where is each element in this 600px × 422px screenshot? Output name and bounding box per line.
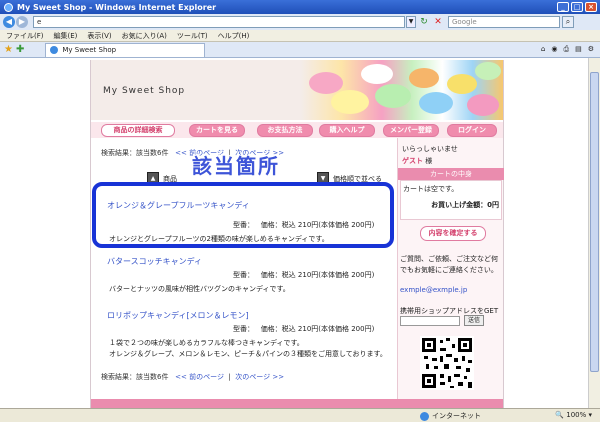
page-icon xyxy=(50,46,59,54)
annotation-callout-label: 該当箇所 xyxy=(192,154,280,178)
menu-help[interactable]: ヘルプ(H) xyxy=(218,31,250,41)
nav-purchase-help[interactable]: 購入ヘルプ xyxy=(319,124,375,137)
result-count: 検索結果：該当数6件 xyxy=(101,149,169,157)
zone-label: インターネット xyxy=(432,412,481,420)
shop-logo[interactable]: My Sweet Shop xyxy=(103,86,185,96)
cart-box: カートは空です。 お買い上げ金額：0円 xyxy=(400,180,502,220)
nav-view-cart[interactable]: カートを見る xyxy=(189,124,245,137)
product-description-line-1: １袋で２つの味が楽しめるカラフルな棒つきキャンディです。 xyxy=(109,339,304,347)
footer-band xyxy=(91,399,503,408)
page-menu-icon[interactable]: ▤ xyxy=(575,45,582,54)
pager-separator: | xyxy=(228,373,231,381)
contact-note-line-2: でもお気軽にご連絡ください。 xyxy=(400,266,498,274)
address-bar: ◀ ▶ e ▼ ↻ ✕ Google ⌕ xyxy=(0,14,600,30)
zoom-level[interactable]: 🔍 100% ▾ xyxy=(555,411,592,419)
confirm-order-button[interactable]: 内容を確定する xyxy=(420,226,486,241)
prev-page-link[interactable]: << 前のページ xyxy=(175,373,224,381)
refresh-icon[interactable]: ↻ xyxy=(418,16,430,28)
tab-label: My Sweet Shop xyxy=(62,46,117,54)
product-price-text: 価格：税込 210円(本体価格 200円) xyxy=(260,325,375,333)
cart-empty-text: カートは空です。 xyxy=(403,185,459,193)
security-zone: インターネット xyxy=(420,411,481,421)
product-price: 型番： 価格：税込 210円(本体価格 200円) xyxy=(233,324,374,334)
window-titlebar: My Sweet Shop - Windows Internet Explore… xyxy=(0,0,600,14)
mobile-send-button[interactable]: 送信 xyxy=(464,315,484,326)
forward-button[interactable]: ▶ xyxy=(16,16,28,28)
home-icon[interactable]: ⌂ xyxy=(541,45,545,54)
contact-note: ご質問、ご依頼、ご注文など何 でもお気軽にご連絡ください。 xyxy=(400,254,502,276)
tools-menu-icon[interactable]: ⚙ xyxy=(588,45,594,54)
next-page-link[interactable]: 次のページ >> xyxy=(235,373,284,381)
print-icon[interactable]: ⎙ xyxy=(563,45,569,54)
menu-bar: ファイル(F) 編集(E) 表示(V) お気に入り(A) ツール(T) ヘルプ(… xyxy=(0,30,600,42)
nav-advanced-search[interactable]: 商品の詳細検索 xyxy=(101,124,175,137)
contact-note-line-1: ご質問、ご依頼、ご注文など何 xyxy=(400,255,498,263)
menu-file[interactable]: ファイル(F) xyxy=(6,31,44,41)
feed-icon[interactable]: ◉ xyxy=(551,45,557,54)
product-price: 型番： 価格：税込 210円(本体価格 200円) xyxy=(233,270,374,280)
nav-login[interactable]: ログイン xyxy=(447,124,497,137)
url-input[interactable]: e xyxy=(33,16,405,28)
menu-edit[interactable]: 編集(E) xyxy=(54,31,78,41)
product-description: バターとナッツの風味が相性バツグンのキャンディです。 xyxy=(109,285,290,293)
greeting-text: いらっしゃいませ xyxy=(402,145,458,153)
sidebar: いらっしゃいませ ゲスト 様 カートの中身 カートは空です。 お買い上げ金額：0… xyxy=(397,138,504,408)
menu-tools[interactable]: ツール(T) xyxy=(177,31,208,41)
product-price-text: 価格：税込 210円(本体価格 200円) xyxy=(260,271,375,279)
shop-nav: 商品の詳細検索 カートを見る お支払方法 購入ヘルプ メンバー登録 ログイン xyxy=(91,122,503,138)
ie-icon xyxy=(4,2,13,12)
menu-favorites[interactable]: お気に入り(A) xyxy=(122,31,167,41)
guest-label: ゲスト xyxy=(402,157,423,165)
status-bar: インターネット 🔍 100% ▾ xyxy=(0,408,600,422)
maximize-button[interactable]: □ xyxy=(571,2,583,12)
url-dropdown-button[interactable]: ▼ xyxy=(406,16,416,28)
product-description-line-2: オレンジ＆グレープ、メロン＆レモン、ピーチ＆パインの３種類をご用意しております。 xyxy=(109,350,387,358)
product-name-link[interactable]: ロリポップキャンディ[メロン＆レモン] xyxy=(107,310,249,321)
search-input[interactable]: Google xyxy=(448,16,560,28)
globe-icon xyxy=(420,411,429,421)
product-model: 型番： xyxy=(233,271,254,279)
product-item: バタースコッチキャンディ 型番： 価格：税込 210円(本体価格 200円) バ… xyxy=(103,256,393,296)
nav-member-register[interactable]: メンバー登録 xyxy=(383,124,439,137)
contact-email-link[interactable]: exmple@exmple.jp xyxy=(400,286,467,294)
pager-bottom: 検索結果：該当数6件 << 前のページ | 次のページ >> xyxy=(101,372,284,382)
product-item: ロリポップキャンディ[メロン＆レモン] 型番： 価格：税込 210円(本体価格 … xyxy=(103,310,393,364)
back-button[interactable]: ◀ xyxy=(3,16,15,28)
nav-payment-methods[interactable]: お支払方法 xyxy=(257,124,313,137)
annotation-highlight-box xyxy=(92,182,394,248)
add-favorite-icon[interactable]: ✚ xyxy=(16,44,24,55)
favorites-star-icon[interactable]: ★ xyxy=(4,44,13,55)
guest-name: ゲスト 様 xyxy=(402,156,432,166)
stop-icon[interactable]: ✕ xyxy=(432,16,444,28)
result-count: 検索結果：該当数6件 xyxy=(101,373,169,381)
window-title: My Sweet Shop - Windows Internet Explore… xyxy=(17,2,217,12)
cart-total: お買い上げ金額：0円 xyxy=(431,201,499,209)
search-placeholder: Google xyxy=(452,18,477,26)
guest-suffix: 様 xyxy=(423,157,433,165)
scrollbar-thumb[interactable] xyxy=(590,72,599,372)
shop-header: My Sweet Shop xyxy=(91,60,503,120)
product-name-link[interactable]: バタースコッチキャンディ xyxy=(107,256,202,267)
product-model: 型番： xyxy=(233,325,254,333)
qr-code-image xyxy=(420,336,474,390)
tab-bar: ★ ✚ My Sweet Shop ⌂ ◉ ⎙ ▤ ⚙ xyxy=(0,42,600,58)
menu-view[interactable]: 表示(V) xyxy=(87,31,111,41)
minimize-button[interactable]: _ xyxy=(557,2,569,12)
tab-my-sweet-shop[interactable]: My Sweet Shop xyxy=(45,42,206,57)
jellybean-banner-image xyxy=(301,60,503,120)
search-icon[interactable]: ⌕ xyxy=(562,16,574,28)
url-text: e xyxy=(37,18,42,26)
close-button[interactable]: × xyxy=(585,2,597,12)
vertical-scrollbar[interactable] xyxy=(588,58,600,408)
cart-title: カートの中身 xyxy=(398,168,504,180)
mobile-email-input[interactable] xyxy=(400,316,460,326)
zoom-value: 100% xyxy=(566,411,587,419)
